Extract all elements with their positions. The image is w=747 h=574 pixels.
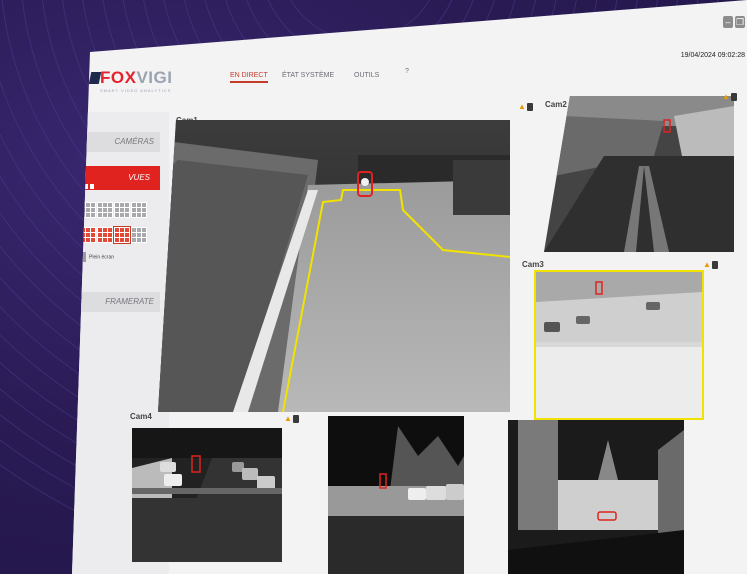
fullscreen-label: Plein écran bbox=[89, 254, 115, 261]
layout-option[interactable] bbox=[131, 202, 147, 218]
cam4-status-icons: ▲ bbox=[284, 414, 299, 423]
nav-system-status[interactable]: ÉTAT SYSTÈME bbox=[282, 72, 334, 79]
nav-live[interactable]: EN DIRECT bbox=[230, 72, 268, 83]
app-logo: FOXVIGI bbox=[100, 68, 172, 88]
logo-prefix: FOX bbox=[100, 68, 137, 87]
sidebar-views-label: VUES bbox=[128, 173, 150, 182]
camera-icon[interactable] bbox=[730, 92, 737, 101]
warning-triangle-icon[interactable]: ▲ bbox=[518, 102, 526, 111]
cam2-status-icons: ▲ bbox=[722, 92, 737, 101]
warning-triangle-icon[interactable]: ▲ bbox=[284, 414, 292, 423]
cam1-status-icons: ▲ bbox=[518, 102, 533, 111]
sidebar-cameras[interactable]: CAMÉRAS bbox=[80, 132, 160, 152]
camera-feed-6[interactable] bbox=[508, 420, 684, 574]
cam2-label: Cam2 bbox=[545, 100, 567, 109]
application-window: FOXVIGI SMART VIDEO ANALYTICS EN DIRECT … bbox=[72, 0, 747, 574]
warning-triangle-icon[interactable]: ▲ bbox=[703, 260, 711, 269]
layout-option[interactable] bbox=[114, 202, 130, 218]
layout-option[interactable] bbox=[131, 227, 147, 243]
minimize-icon[interactable]: – bbox=[723, 16, 733, 28]
layout-option-selected[interactable] bbox=[113, 226, 131, 244]
camera-feed-5[interactable] bbox=[328, 416, 464, 574]
cam6-thermal-image bbox=[508, 420, 684, 574]
nav-help[interactable]: ? bbox=[405, 68, 409, 75]
cam3-thermal-image bbox=[536, 272, 702, 418]
camera-icon[interactable] bbox=[292, 414, 299, 423]
cam5-thermal-image bbox=[328, 416, 464, 574]
sidebar-framerate[interactable]: FRAMERATE bbox=[80, 292, 160, 312]
camera-feed-4[interactable] bbox=[132, 428, 282, 562]
layout-option[interactable] bbox=[97, 202, 113, 218]
layout-grid bbox=[80, 202, 160, 252]
layout-option[interactable] bbox=[97, 227, 113, 243]
camera-feed-1[interactable] bbox=[158, 120, 510, 412]
camera-icon[interactable] bbox=[526, 102, 533, 111]
cam4-thermal-image bbox=[132, 428, 282, 562]
camera-icon[interactable] bbox=[711, 260, 718, 269]
nav-tools[interactable]: OUTILS bbox=[354, 72, 379, 79]
datetime: 19/04/2024 09:02:28 bbox=[680, 52, 745, 59]
restore-icon[interactable]: ❐ bbox=[735, 16, 745, 28]
camera-feed-3[interactable] bbox=[534, 270, 704, 420]
warning-triangle-icon[interactable]: ▲ bbox=[722, 92, 730, 101]
cam2-thermal-image bbox=[544, 96, 734, 252]
logo-suffix: VIGI bbox=[136, 68, 173, 87]
cam1-thermal-image bbox=[158, 120, 510, 412]
cam3-status-icons: ▲ bbox=[703, 260, 718, 269]
cam4-label: Cam4 bbox=[130, 412, 152, 421]
fullscreen-toggle[interactable]: Plein écran bbox=[80, 252, 114, 262]
cam3-label: Cam3 bbox=[522, 260, 544, 269]
camera-feed-2[interactable] bbox=[544, 96, 734, 252]
app-tagline: SMART VIDEO ANALYTICS bbox=[100, 88, 172, 93]
